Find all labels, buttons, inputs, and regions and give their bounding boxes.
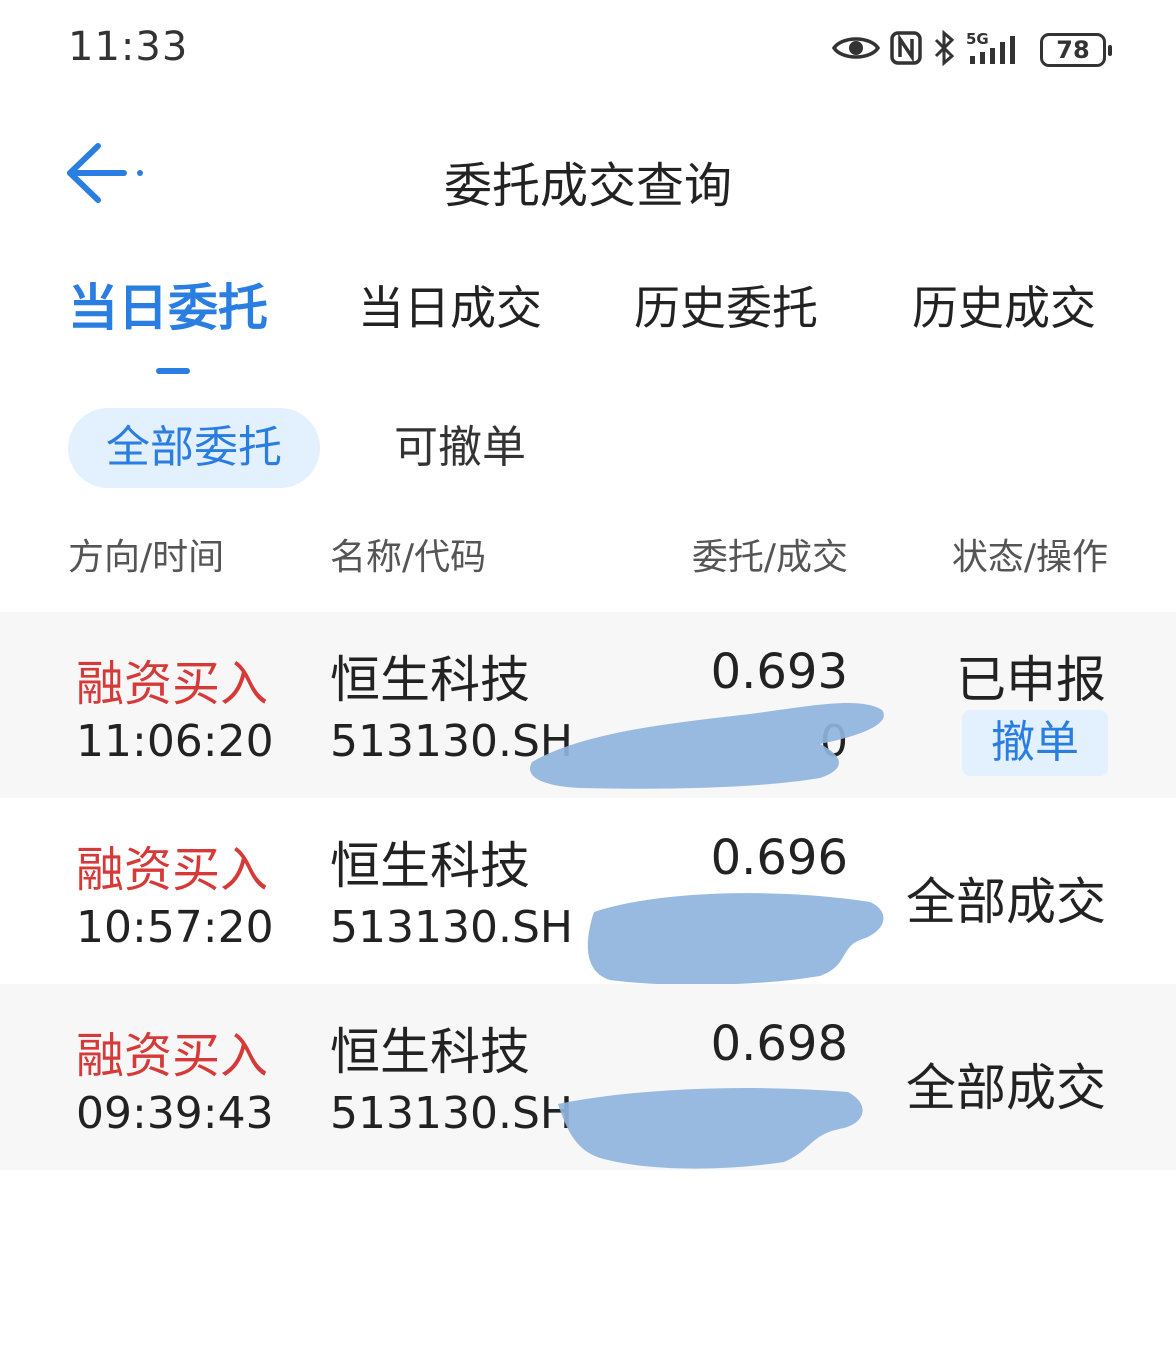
security-name: 恒生科技 [330, 1023, 530, 1081]
filled-quantity: 0 [820, 716, 848, 767]
security-code: 513130.SH [330, 716, 573, 767]
cancel-order-button[interactable]: 撤单 [962, 710, 1108, 776]
status-bar: 11:33 5G 78 [0, 0, 1176, 100]
nav-bar: 委托成交查询 [0, 120, 1176, 230]
filter-all-orders[interactable]: 全部委托 [68, 408, 320, 488]
order-filters: 全部委托 可撤单 [0, 408, 1176, 492]
status-time: 11:33 [68, 24, 189, 70]
order-price: 0.693 [710, 644, 848, 700]
redaction-scribble [587, 893, 884, 985]
tab-history-orders[interactable]: 历史委托 [634, 272, 818, 338]
column-header-order-fill: 委托/成交 [691, 537, 848, 578]
network-type: 5G [966, 30, 989, 48]
order-row[interactable]: 融资买入 11:06:20 恒生科技 513130.SH 0.693 0 已申报… [0, 612, 1176, 798]
system-icons: 5G 78 [831, 28, 1112, 72]
battery-icon: 78 [1040, 33, 1112, 67]
nfc-icon [890, 31, 922, 69]
security-code: 513130.SH [330, 1088, 573, 1139]
signal-icon: 5G [966, 30, 1030, 68]
tab-bar: 当日委托 当日成交 历史委托 历史成交 [0, 266, 1176, 386]
order-status: 已申报 [956, 651, 1106, 709]
active-tab-indicator [156, 368, 190, 374]
order-time: 09:39:43 [76, 1088, 274, 1139]
order-time: 11:06:20 [76, 716, 274, 767]
order-direction: 融资买入 [76, 656, 269, 712]
order-price: 0.696 [710, 830, 848, 886]
security-name: 恒生科技 [330, 651, 530, 709]
column-header-direction-time: 方向/时间 [68, 537, 225, 578]
order-row[interactable]: 融资买入 10:57:20 恒生科技 513130.SH 0.696 全部成交 [0, 798, 1176, 985]
page-title: 委托成交查询 [443, 158, 732, 214]
bluetooth-icon [932, 29, 956, 70]
column-header-name-code: 名称/代码 [330, 537, 487, 578]
tab-today-orders[interactable]: 当日委托 [68, 268, 268, 340]
order-status: 全部成交 [906, 1059, 1106, 1117]
order-direction: 融资买入 [76, 842, 269, 898]
order-status: 全部成交 [906, 873, 1106, 931]
redaction-scribble [558, 1088, 863, 1169]
order-row[interactable]: 融资买入 09:39:43 恒生科技 513130.SH 0.698 全部成交 [0, 984, 1176, 1170]
tab-today-trades[interactable]: 当日成交 [358, 272, 542, 338]
battery-level: 78 [1056, 36, 1090, 64]
eye-icon [831, 33, 881, 67]
column-header-status-action: 状态/操作 [951, 537, 1108, 578]
security-name: 恒生科技 [330, 837, 530, 895]
order-time: 10:57:20 [76, 902, 274, 953]
security-code: 513130.SH [330, 902, 573, 953]
order-price: 0.698 [710, 1016, 848, 1072]
tab-history-trades[interactable]: 历史成交 [912, 272, 1096, 338]
order-direction: 融资买入 [76, 1028, 269, 1084]
filter-cancellable[interactable]: 可撤单 [360, 408, 560, 488]
